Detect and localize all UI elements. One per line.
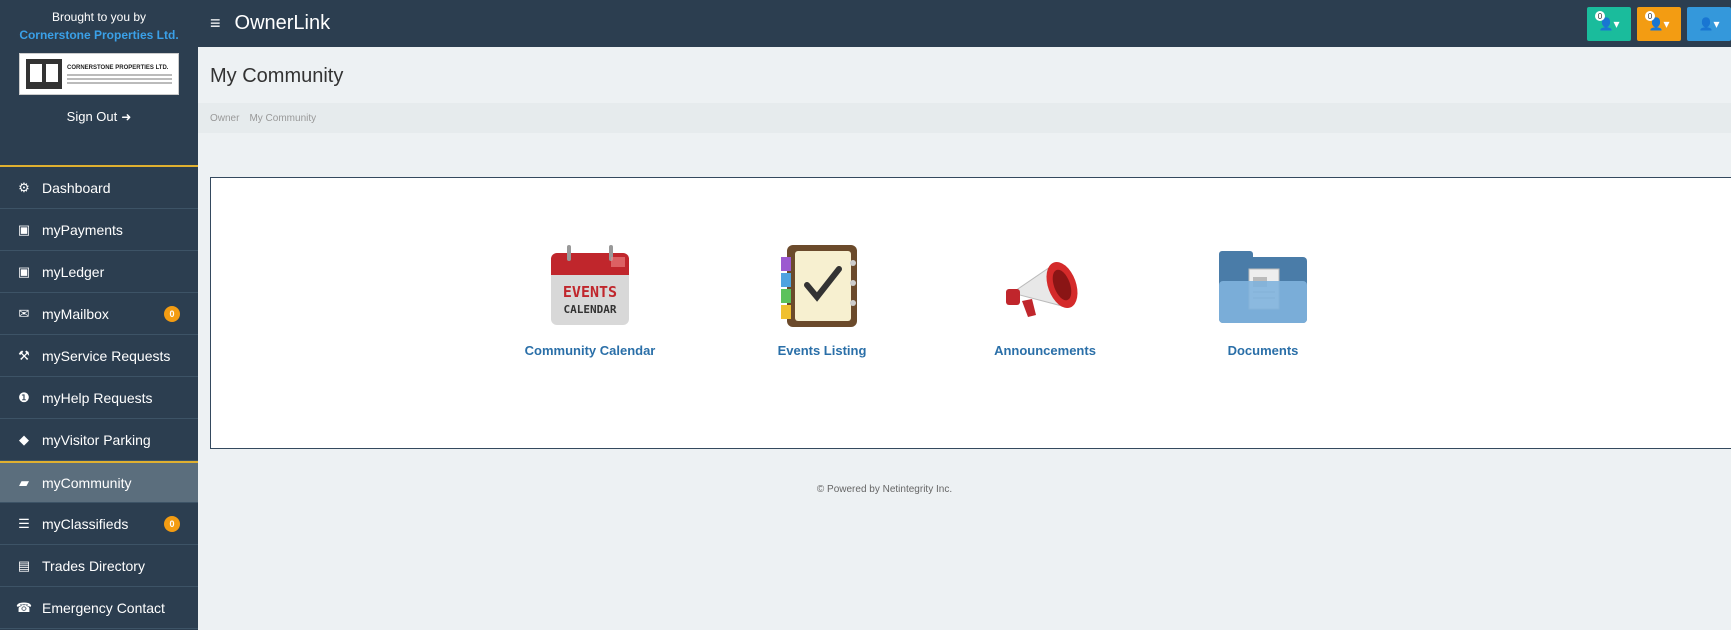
book-icon: ▤ xyxy=(17,557,31,573)
sidebar-item-label: myVisitor Parking xyxy=(42,431,151,448)
tag-icon: ◆ xyxy=(19,431,29,447)
sidebar-item-label: myLedger xyxy=(42,263,105,280)
book-icon: ▰ xyxy=(19,474,29,490)
brand-block: Brought to you by Cornerstone Properties… xyxy=(0,0,198,167)
sidebar-item-myvisitor-parking[interactable]: ◆ myVisitor Parking xyxy=(0,419,198,461)
calendar-icon-text-1: EVENTS xyxy=(563,283,617,301)
sign-out-button[interactable]: Sign Out ➜ xyxy=(67,109,132,124)
menu-toggle-icon[interactable]: ≡ xyxy=(210,13,221,34)
sidebar-item-myledger[interactable]: ▣ myLedger xyxy=(0,251,198,293)
sidebar-item-mycommunity[interactable]: ▰ myCommunity xyxy=(0,461,198,503)
notifications-button[interactable]: 0 👤▾ xyxy=(1587,7,1631,41)
main-content: My Community Owner My Community EVENTS C… xyxy=(198,47,1731,630)
sidebar-item-trades-directory[interactable]: ▤ Trades Directory xyxy=(0,545,198,587)
breadcrumb-item-my-community: My Community xyxy=(249,112,317,124)
tile-documents[interactable]: Documents xyxy=(1188,243,1338,358)
logo-text: CORNERSTONE PROPERTIES LTD. xyxy=(67,64,169,71)
phone-icon: ☎ xyxy=(15,599,33,615)
sidebar-item-label: Dashboard xyxy=(42,179,111,196)
info-icon: ❶ xyxy=(18,389,30,405)
sidebar-item-dashboard[interactable]: ⚙ Dashboard xyxy=(0,167,198,209)
company-logo: CORNERSTONE PROPERTIES LTD. xyxy=(19,53,179,95)
tile-events-listing[interactable]: Events Listing xyxy=(747,243,897,358)
tile-label: Community Calendar xyxy=(524,343,656,358)
account-menu-button[interactable]: 👤▾ xyxy=(1687,7,1731,41)
messages-count: 0 xyxy=(1645,11,1655,21)
sidebar-item-emergency-contact[interactable]: ☎ Emergency Contact xyxy=(0,587,198,629)
powered-by-footer: © Powered by Netintegrity Inc. xyxy=(816,484,953,495)
sidebar-nav: ⚙ Dashboard ▣ myPayments ▣ myLedger ✉ my… xyxy=(0,167,198,629)
sidebar-item-myservice-requests[interactable]: ⚒ myService Requests xyxy=(0,335,198,377)
checklist-notebook-icon xyxy=(747,243,897,329)
calendar-icon-text-2: CALENDAR xyxy=(564,303,617,316)
tile-label: Announcements xyxy=(994,343,1096,358)
app-title: OwnerLink xyxy=(234,12,331,34)
sidebar-item-label: myService Requests xyxy=(42,347,171,364)
sidebar-item-label: myCommunity xyxy=(42,474,132,491)
tile-label: Events Listing xyxy=(777,343,867,358)
user-icon: 👤▾ xyxy=(1698,17,1720,31)
wrench-icon: ⚒ xyxy=(18,347,30,363)
money-icon: ▣ xyxy=(17,263,31,279)
company-link[interactable]: Cornerstone Properties Ltd. xyxy=(0,28,198,43)
sidebar-item-mymailbox[interactable]: ✉ myMailbox 0 xyxy=(0,293,198,335)
community-panel: EVENTS CALENDAR Community Calendar Event… xyxy=(210,177,1731,449)
tile-announcements[interactable]: Announcements xyxy=(970,243,1120,358)
classifieds-count-badge: 0 xyxy=(164,516,180,532)
page-title: My Community xyxy=(210,65,344,87)
sidebar-item-label: myMailbox xyxy=(42,305,109,322)
dashboard-icon: ⚙ xyxy=(18,179,30,195)
sidebar-item-label: myClassifieds xyxy=(42,515,129,532)
brought-by-text: Brought to you by xyxy=(51,10,147,24)
sidebar-item-label: Emergency Contact xyxy=(42,599,165,616)
sidebar: Brought to you by Cornerstone Properties… xyxy=(0,0,198,630)
top-bar: ≡ OwnerLink 0 👤▾ 0 👤▾ 👤▾ xyxy=(198,0,1731,47)
sidebar-item-myhelp-requests[interactable]: ❶ myHelp Requests xyxy=(0,377,198,419)
folder-document-icon xyxy=(1188,243,1338,329)
notifications-count: 0 xyxy=(1595,11,1605,21)
sign-out-icon: ➜ xyxy=(121,109,132,124)
mailbox-count-badge: 0 xyxy=(164,306,180,322)
sidebar-item-label: myHelp Requests xyxy=(42,389,153,406)
sidebar-item-mypayments[interactable]: ▣ myPayments xyxy=(0,209,198,251)
messages-button[interactable]: 0 👤▾ xyxy=(1637,7,1681,41)
megaphone-icon xyxy=(970,243,1120,329)
events-calendar-icon: EVENTS CALENDAR xyxy=(515,243,665,329)
list-icon: ☰ xyxy=(18,515,30,531)
money-icon: ▣ xyxy=(17,221,31,237)
sidebar-item-myclassifieds[interactable]: ☰ myClassifieds 0 xyxy=(0,503,198,545)
logo-mark-icon xyxy=(26,59,62,89)
tile-community-calendar[interactable]: EVENTS CALENDAR Community Calendar xyxy=(515,243,665,358)
sidebar-item-label: Trades Directory xyxy=(42,557,145,574)
breadcrumb: Owner My Community xyxy=(198,103,1731,133)
tile-label: Documents xyxy=(1227,343,1299,358)
sign-out-label: Sign Out xyxy=(66,109,118,124)
breadcrumb-item-owner[interactable]: Owner xyxy=(210,113,239,124)
envelope-icon: ✉ xyxy=(18,305,30,321)
sidebar-item-label: myPayments xyxy=(42,221,123,238)
